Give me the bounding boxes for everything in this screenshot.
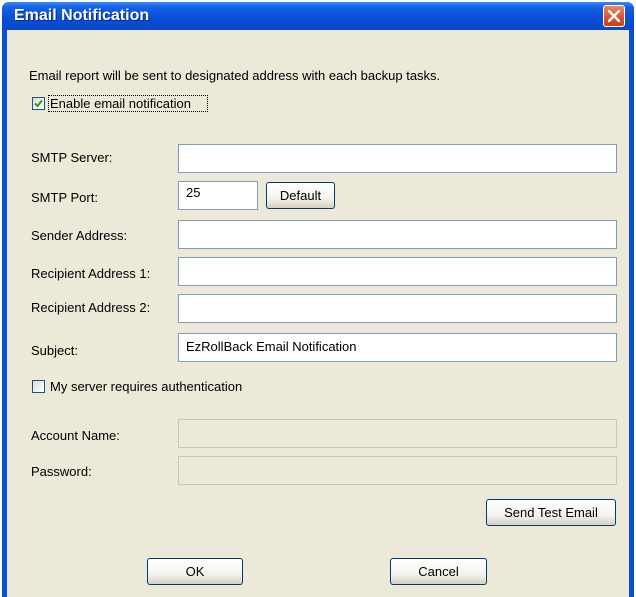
window-title: Email Notification [14, 7, 150, 24]
enable-email-label[interactable]: Enable email notification [50, 96, 191, 111]
subject-label: Subject: [31, 343, 78, 358]
title-bar[interactable]: Email Notification [2, 2, 634, 30]
default-button[interactable]: Default [266, 182, 335, 209]
checkmark-icon [34, 99, 43, 108]
close-icon [608, 10, 620, 22]
smtp-server-label: SMTP Server: [31, 150, 113, 165]
email-notification-dialog: Email Notification Email report will be … [2, 2, 634, 597]
sender-address-input[interactable] [178, 220, 617, 249]
dialog-body: Email report will be sent to designated … [7, 30, 629, 597]
ok-button[interactable]: OK [147, 558, 243, 585]
smtp-port-input[interactable]: 25 [178, 181, 258, 210]
recipient-2-input[interactable] [178, 294, 617, 323]
password-input[interactable] [178, 456, 617, 485]
send-test-email-button[interactable]: Send Test Email [486, 499, 616, 526]
auth-checkbox-label[interactable]: My server requires authentication [50, 379, 242, 394]
account-name-label: Account Name: [31, 428, 120, 443]
subject-input[interactable]: EzRollBack Email Notification [178, 333, 617, 362]
password-label: Password: [31, 464, 92, 479]
auth-checkbox[interactable] [32, 380, 45, 393]
enable-email-checkbox[interactable] [32, 97, 45, 110]
recipient-1-label: Recipient Address 1: [31, 266, 151, 281]
recipient-1-input[interactable] [178, 257, 617, 286]
account-name-input[interactable] [178, 419, 617, 448]
smtp-port-label: SMTP Port: [31, 190, 98, 205]
smtp-server-input[interactable] [178, 144, 617, 173]
cancel-button[interactable]: Cancel [390, 558, 487, 585]
sender-address-label: Sender Address: [31, 228, 128, 243]
close-button[interactable] [603, 5, 625, 27]
recipient-2-label: Recipient Address 2: [31, 300, 151, 315]
description-text: Email report will be sent to designated … [29, 68, 441, 83]
